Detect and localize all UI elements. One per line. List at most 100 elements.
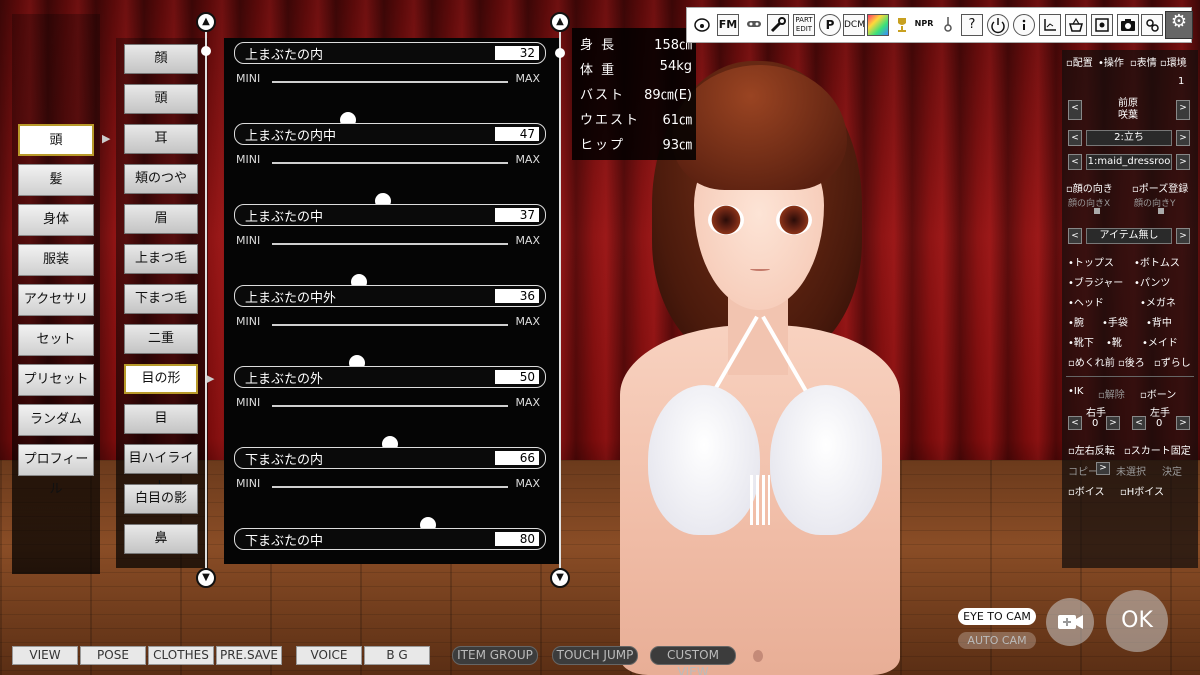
check-maid[interactable]: •メイド bbox=[1142, 334, 1178, 349]
right-hand-prev[interactable]: < bbox=[1068, 416, 1082, 430]
slider-value-input[interactable]: 36 bbox=[495, 289, 539, 303]
dcm-button[interactable]: DCM bbox=[843, 14, 865, 36]
model-settings-icon[interactable] bbox=[1141, 14, 1163, 36]
custom-view-button[interactable]: CUSTOM VIEW bbox=[650, 646, 736, 675]
left-hand-next[interactable]: > bbox=[1176, 416, 1190, 430]
check-tops[interactable]: •トップス bbox=[1068, 254, 1114, 269]
pre-save-button[interactable]: PRE.SAVE bbox=[216, 646, 282, 665]
copy-arrow[interactable]: > bbox=[1096, 462, 1110, 475]
subcategory-eye-highlight[interactable]: 目ハイライト bbox=[124, 444, 198, 494]
subcategory-upper-lashes[interactable]: 上まつ毛 bbox=[124, 244, 198, 274]
face-y-slider[interactable] bbox=[1158, 208, 1164, 214]
check-bottoms[interactable]: •ボトムス bbox=[1134, 254, 1180, 269]
check-head[interactable]: •ヘッド bbox=[1068, 294, 1104, 309]
check-flip-back[interactable]: ▫後ろ bbox=[1118, 354, 1145, 369]
slider-track[interactable] bbox=[272, 405, 508, 452]
eye-mask-icon[interactable] bbox=[743, 14, 765, 36]
category-hair[interactable]: 髪 bbox=[18, 164, 94, 196]
bg-button[interactable]: B G bbox=[364, 646, 430, 665]
check-panties[interactable]: •パンツ bbox=[1134, 274, 1170, 289]
slider-value-input[interactable]: 80 bbox=[495, 532, 539, 546]
basket-icon[interactable] bbox=[1065, 14, 1087, 36]
category-set[interactable]: セット bbox=[18, 324, 94, 356]
tab-environment[interactable]: ▫環境 bbox=[1160, 54, 1187, 69]
item-group-button[interactable]: ITEM GROUP bbox=[452, 646, 538, 665]
slider-track[interactable] bbox=[272, 162, 508, 209]
slider-track[interactable] bbox=[272, 324, 508, 371]
check-ik[interactable]: •IK bbox=[1068, 386, 1083, 397]
subcategory-ear[interactable]: 耳 bbox=[124, 124, 198, 154]
clothes-next-button[interactable]: > bbox=[1176, 154, 1190, 170]
check-voice[interactable]: ▫ボイス bbox=[1068, 483, 1104, 498]
check-h-voice[interactable]: ▫Hボイス bbox=[1120, 483, 1164, 498]
subcategory-double-eyelid[interactable]: 二重 bbox=[124, 324, 198, 354]
slider-track[interactable] bbox=[272, 243, 508, 290]
help-button[interactable]: ? bbox=[961, 14, 983, 36]
subcategory-lower-lashes[interactable]: 下まつ毛 bbox=[124, 284, 198, 314]
scroll-up-icon[interactable]: ▲ bbox=[550, 12, 570, 32]
p-button[interactable]: P bbox=[819, 14, 841, 36]
item-field[interactable]: アイテム無し bbox=[1086, 228, 1172, 244]
check-flip-front[interactable]: ▫めくれ前 bbox=[1068, 354, 1115, 369]
category-profile[interactable]: プロフィール bbox=[18, 444, 94, 497]
pin-icon[interactable] bbox=[937, 14, 959, 36]
category-clothes[interactable]: 服装 bbox=[18, 244, 94, 276]
check-shift[interactable]: ▫ずらし bbox=[1154, 354, 1191, 369]
subcategory-face[interactable]: 顔 bbox=[124, 44, 198, 74]
eye-to-cam-button[interactable]: EYE TO CAM bbox=[958, 608, 1036, 625]
touch-jump-button[interactable]: TOUCH JUMP bbox=[552, 646, 638, 665]
check-arm[interactable]: •腕 bbox=[1068, 314, 1084, 329]
item-prev-button[interactable]: < bbox=[1068, 228, 1082, 244]
slider-value-input[interactable]: 50 bbox=[495, 370, 539, 384]
category-head[interactable]: 頭 bbox=[18, 124, 94, 156]
camera-icon[interactable] bbox=[1117, 14, 1139, 36]
tab-expression[interactable]: ▫表情 bbox=[1130, 54, 1157, 69]
subcategory-eye-shape[interactable]: 目の形 bbox=[124, 364, 198, 394]
check-bone[interactable]: ▫ボーン bbox=[1140, 386, 1176, 401]
view-button[interactable]: VIEW bbox=[12, 646, 78, 665]
pose-button[interactable]: POSE bbox=[80, 646, 146, 665]
subcategory-head[interactable]: 頭 bbox=[124, 84, 198, 114]
item-next-button[interactable]: > bbox=[1176, 228, 1190, 244]
clothes-field[interactable]: 1:maid_dressroo bbox=[1086, 154, 1172, 170]
tab-operation[interactable]: •操作 bbox=[1098, 54, 1124, 69]
voice-button[interactable]: VOICE bbox=[296, 646, 362, 665]
check-skirt-fix[interactable]: ▫スカート固定 bbox=[1124, 442, 1191, 457]
slider-value-input[interactable]: 66 bbox=[495, 451, 539, 465]
check-shoes[interactable]: •靴 bbox=[1106, 334, 1122, 349]
scroll-down-icon[interactable]: ▼ bbox=[550, 568, 570, 588]
pose-field[interactable]: 2:立ち bbox=[1086, 130, 1172, 146]
tab-placement[interactable]: ▫配置 bbox=[1066, 54, 1093, 69]
subcategory-eye[interactable]: 目 bbox=[124, 404, 198, 434]
pose-prev-button[interactable]: < bbox=[1068, 130, 1082, 146]
slider-value-input[interactable]: 37 bbox=[495, 208, 539, 222]
slider-value-input[interactable]: 47 bbox=[495, 127, 539, 141]
check-bra[interactable]: •ブラジャー bbox=[1068, 274, 1123, 289]
category-random[interactable]: ランダム bbox=[18, 404, 94, 436]
subcategory-cheek-gloss[interactable]: 頬のつや bbox=[124, 164, 198, 194]
power-icon[interactable] bbox=[987, 14, 1009, 36]
check-socks[interactable]: •靴下 bbox=[1068, 334, 1094, 349]
maid-next-button[interactable]: > bbox=[1176, 100, 1190, 120]
category-preset[interactable]: プリセット bbox=[18, 364, 94, 396]
graph-icon[interactable] bbox=[1039, 14, 1061, 36]
clothes-button[interactable]: CLOTHES bbox=[148, 646, 214, 665]
slider-scroll-thumb[interactable] bbox=[555, 48, 565, 58]
category-body[interactable]: 身体 bbox=[18, 204, 94, 236]
ok-button[interactable]: OK bbox=[1106, 590, 1168, 652]
slider-track[interactable] bbox=[272, 81, 508, 128]
maid-prev-button[interactable]: < bbox=[1068, 100, 1082, 120]
npr-button[interactable]: NPR bbox=[913, 14, 935, 36]
subcategory-scroll-thumb[interactable] bbox=[201, 46, 211, 56]
left-hand-prev[interactable]: < bbox=[1132, 416, 1146, 430]
info-icon[interactable] bbox=[1013, 14, 1035, 36]
decide-button[interactable]: 決定 bbox=[1162, 463, 1182, 478]
face-direction-check[interactable]: ▫顔の向き bbox=[1066, 180, 1113, 195]
slider-track[interactable] bbox=[272, 486, 508, 533]
check-mirror[interactable]: ▫左右反転 bbox=[1068, 442, 1115, 457]
subcategory-eyebrow[interactable]: 眉 bbox=[124, 204, 198, 234]
check-release[interactable]: ▫解除 bbox=[1098, 386, 1125, 401]
video-camera-icon[interactable] bbox=[1046, 598, 1094, 646]
slider-scroll-track[interactable] bbox=[559, 30, 561, 570]
save-photo-icon[interactable] bbox=[1091, 14, 1113, 36]
